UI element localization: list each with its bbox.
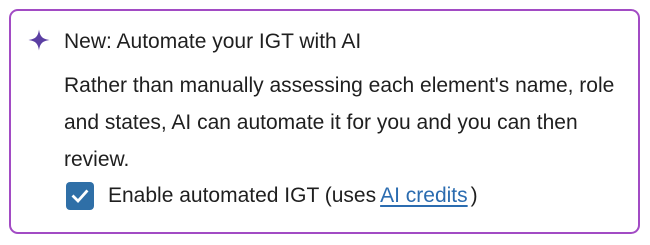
sparkle-icon	[28, 29, 50, 51]
label-prefix: Enable automated IGT (uses	[108, 184, 377, 207]
enable-automated-igt-option[interactable]: Enable automated IGT (uses AI credits)	[66, 179, 478, 213]
ai-credits-link[interactable]: AI credits	[380, 184, 468, 207]
notice-description: Rather than manually assessing each elem…	[64, 74, 615, 171]
enable-automated-igt-checkbox[interactable]	[66, 182, 94, 210]
enable-automated-igt-label[interactable]: Enable automated IGT (uses AI credits)	[108, 183, 478, 209]
checkmark-icon	[71, 189, 89, 204]
notice-title: New: Automate your IGT with AI	[64, 30, 362, 53]
ai-automation-notice: New: Automate your IGT with AI Rather th…	[9, 9, 640, 234]
label-suffix: )	[470, 184, 478, 207]
